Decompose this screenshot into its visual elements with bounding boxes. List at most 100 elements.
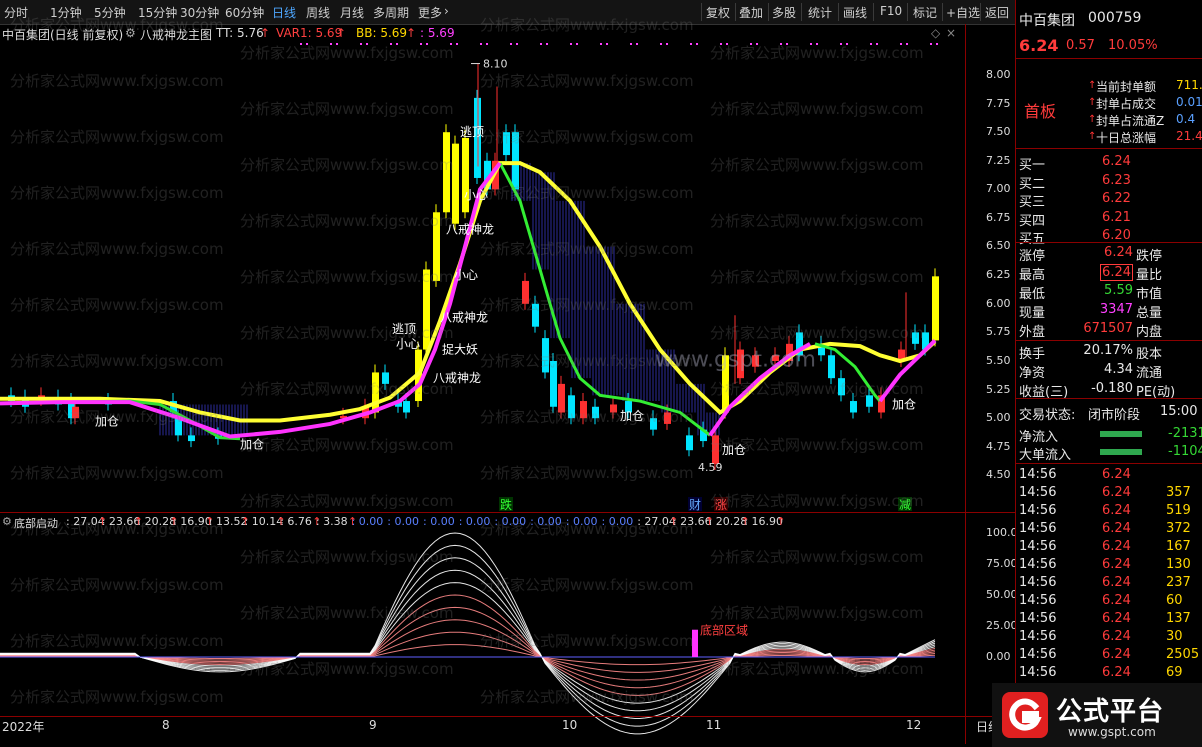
signal-dot [486,43,488,45]
stat-label: 换手 [1019,347,1046,362]
seal-value-3: 21.4 [1176,129,1202,143]
indicator-value: : 0.00 [530,515,562,528]
candle [532,303,539,327]
event-tag-text: 减 [899,498,911,512]
bid-price[interactable]: 6.23 [1102,173,1131,188]
stat-label: 净资 [1019,366,1046,381]
signal-dot [420,43,422,45]
tab-fenshi[interactable]: 分时 [4,4,28,21]
candle [712,435,719,464]
indicator-value: : 0.00 [387,515,419,528]
seal-label-3: 十日总涨幅 [1096,131,1157,145]
tick-price: 6.24 [1102,485,1131,500]
signal-dot [840,43,842,45]
tick-time: 14:56 [1019,485,1057,500]
candle [512,132,519,190]
first-tick-time: 14:56 [1019,467,1057,482]
indicator-settings-icon[interactable]: ⚙ [2,515,12,528]
careful-label: 小心 [464,188,488,202]
price-tick-label: 7.75 [986,97,1011,110]
signal-dot [390,43,392,45]
signal-dot [606,43,608,45]
tick-time: 14:56 [1019,503,1057,518]
tab-more[interactable]: 更多 [418,4,442,21]
signal-dot [426,43,428,45]
signal-dot [630,43,632,45]
signal-dot [330,43,332,45]
tick-price: 6.24 [1102,539,1131,554]
trade-time: 15:00 [1160,404,1198,419]
stat-label-right: 流通 [1136,366,1163,381]
tab-30min[interactable]: 30分钟 [180,4,219,21]
signal-dot [720,43,722,45]
tick-price: 6.24 [1102,647,1131,662]
tick-price: 6.24 [1102,557,1131,572]
f10-button[interactable]: F10 [880,4,902,18]
bid-price[interactable]: 6.24 [1102,154,1131,169]
indicator-line [0,532,936,735]
pane-divider[interactable] [0,512,1015,513]
x-label-aug: 8 [162,718,170,732]
stat-value: 4.34 [1104,362,1133,377]
tab-60min[interactable]: 60分钟 [225,4,264,21]
bid-price[interactable]: 6.21 [1102,210,1131,225]
candle [912,332,919,344]
overlay-button[interactable]: 叠加 [739,4,763,21]
signal-dot [930,43,932,45]
x-label-dec: 12 [906,718,922,732]
bid-price[interactable]: 6.20 [1102,228,1131,243]
indicator-line [0,631,936,673]
tab-monthly[interactable]: 月线 [340,4,364,21]
candle [188,435,195,442]
tab-1min[interactable]: 1分钟 [50,4,82,21]
tick-volume: 237 [1166,575,1191,590]
kline-chart[interactable]: 8.104.59逃顶逃顶小心小心小心八戒神龙八戒神龙八戒神龙捉大妖加仓加仓加仓加… [0,24,965,744]
price-tick-label: 5.25 [986,383,1011,396]
seal-value-0: 711.0 [1176,78,1202,92]
tick-price: 6.24 [1102,665,1131,680]
careful-label: 小心 [454,268,478,282]
chevron-right-icon[interactable]: › [444,4,449,18]
tab-daily[interactable]: 日线 [272,4,296,21]
signal-dot [690,43,692,45]
bid-price[interactable]: 6.22 [1102,191,1131,206]
candle [72,406,79,419]
logo-url: www.gspt.com [1068,725,1156,739]
mark-button[interactable]: 标记 [913,4,937,21]
stat-value: 6.24 [1100,264,1133,281]
center-watermark: www.gspt.com [655,348,816,373]
candle [664,412,671,424]
price-change-pct: 10.05% [1108,38,1158,53]
price-tick-label: 4.75 [986,440,1011,453]
multi-stock-button[interactable]: 多股 [772,4,796,21]
stats-button[interactable]: 统计 [808,4,832,21]
tab-5min[interactable]: 5分钟 [94,4,126,21]
candle [372,372,379,413]
adjust-button[interactable]: 复权 [706,4,730,21]
candle [423,269,430,350]
tab-multi-period[interactable]: 多周期 [373,4,409,21]
candle [503,132,510,156]
add-watchlist-button[interactable]: +自选 [946,4,980,21]
draw-line-button[interactable]: 画线 [843,4,867,21]
tick-time: 14:56 [1019,665,1057,680]
candle [522,280,529,304]
signal-dot [870,43,872,45]
indicator-name[interactable]: 底部启动 [14,515,58,531]
stat-label-right: 市值 [1136,287,1163,302]
bajie-dragon-label: 八戒神龙 [433,371,481,385]
tick-volume: 357 [1166,485,1191,500]
signal-dot [546,43,548,45]
price-tick-label: 5.50 [986,354,1011,367]
price-tick-label: 5.00 [986,411,1011,424]
tab-weekly[interactable]: 周线 [306,4,330,21]
candle [558,383,565,413]
back-button[interactable]: 返回 [985,4,1009,21]
bajie-dragon-label: 八戒神龙 [446,222,494,236]
net-inflow-label: 净流入 [1019,430,1059,445]
event-tag-text: 跌 [500,497,512,512]
signal-dot [846,43,848,45]
signal-dot [660,43,662,45]
tab-15min[interactable]: 15分钟 [138,4,177,21]
price-tick-label: 6.75 [986,211,1011,224]
